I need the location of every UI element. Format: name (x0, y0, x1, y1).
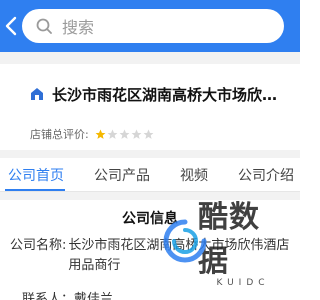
chevron-left-icon (5, 16, 17, 36)
watermark-logo-icon (163, 219, 207, 263)
active-tab-indicator (5, 189, 65, 191)
company-header: 长沙市雨花区湖南高桥大市场欣伟... (0, 64, 300, 124)
tab-bar: 公司首页 公司产品 视频 公司介绍 (0, 158, 300, 192)
star-empty-icon (107, 129, 118, 139)
contact-key: 联系人： (22, 292, 75, 300)
rating-label: 店铺总评价: (30, 128, 89, 141)
tab-about[interactable]: 公司介绍 (238, 165, 294, 185)
watermark-sub: KUIDC (216, 278, 270, 288)
back-button[interactable] (0, 0, 22, 52)
company-name-key: 公司名称: (10, 238, 67, 253)
star-empty-icon (143, 129, 154, 139)
divider (0, 150, 300, 158)
house-icon (31, 88, 43, 100)
search-placeholder: 搜索 (62, 18, 95, 37)
search-input[interactable]: 搜索 (22, 9, 284, 43)
rating-stars (95, 129, 155, 140)
watermark-text: 酷数据 (198, 200, 260, 279)
tab-video[interactable]: 视频 (180, 165, 208, 185)
star-empty-icon (131, 129, 142, 139)
contact-value: 戴佳兰 (74, 292, 114, 300)
watermark: 酷数据 KUIDC (163, 200, 288, 288)
divider (0, 52, 300, 64)
top-bar: 搜索 (0, 0, 300, 52)
store-rating: 店铺总评价: (30, 122, 155, 146)
company-name: 长沙市雨花区湖南高桥大市场欣伟... (52, 85, 282, 104)
tab-home[interactable]: 公司首页 (8, 165, 64, 185)
star-empty-icon (119, 129, 130, 139)
tab-products[interactable]: 公司产品 (94, 165, 150, 185)
search-icon (36, 18, 52, 34)
contact-row: 联系人：戴佳兰 (22, 288, 113, 300)
star-filled-icon (95, 129, 106, 139)
